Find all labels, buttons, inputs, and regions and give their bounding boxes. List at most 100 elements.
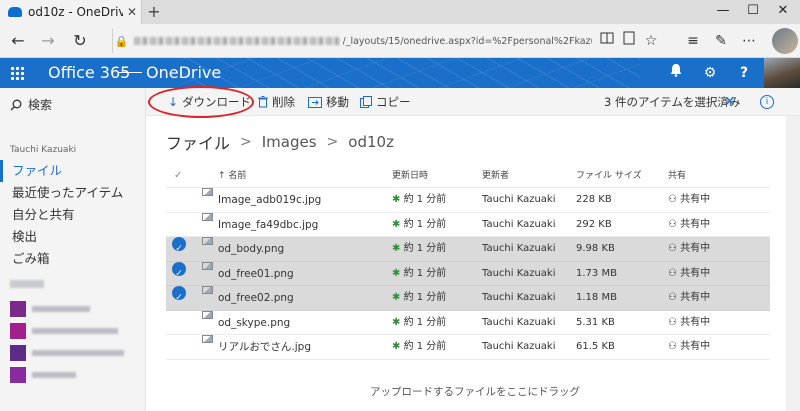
file-name[interactable]: od_free01.png xyxy=(218,262,294,286)
file-name[interactable]: od_body.png xyxy=(218,237,284,261)
file-size: 1.18 MB xyxy=(576,292,617,303)
image-file-icon xyxy=(202,335,213,343)
user-avatar[interactable] xyxy=(764,58,800,88)
column-modified[interactable]: 更新日時 xyxy=(392,164,428,188)
file-size: 9.98 KB xyxy=(576,243,615,254)
file-row[interactable]: Image_fa49dbc.jpg ✱ 約 1 分前 Tauchi Kazuaki 2… xyxy=(166,212,770,237)
move-label: 移動 xyxy=(326,95,349,109)
tab-close-icon[interactable]: ✕ xyxy=(123,5,141,19)
command-bar: ↓ ダウンロード 削除 移動 コピー 3 件のアイテムを選択済み ✕ i xyxy=(146,88,800,116)
column-sharing[interactable]: 共有 xyxy=(668,164,686,188)
gear-icon[interactable]: ⚙ xyxy=(694,58,726,88)
column-size[interactable]: ファイル サイズ xyxy=(576,164,642,188)
file-sharing[interactable]: ⚇ 共有中 xyxy=(668,213,710,237)
file-sharing[interactable]: ⚇ 共有中 xyxy=(668,237,710,261)
download-icon: ↓ xyxy=(168,95,179,109)
site-link[interactable] xyxy=(10,300,130,318)
image-file-icon xyxy=(202,310,213,319)
site-link[interactable] xyxy=(10,366,130,384)
move-button[interactable]: 移動 xyxy=(308,88,349,116)
breadcrumb-root[interactable]: ファイル xyxy=(166,130,230,154)
file-row[interactable]: Image_adb019c.jpg ✱ 約 1 分前 Tauchi Kazuaki 2… xyxy=(166,188,770,213)
file-name[interactable]: リアルおでさん.jpg xyxy=(218,335,311,359)
redacted-host xyxy=(133,37,339,45)
file-row[interactable]: od_skype.png ✱ 約 1 分前 Tauchi Kazuaki 5.31 K… xyxy=(166,310,770,335)
web-note-icon[interactable]: ✎ xyxy=(710,30,732,52)
file-row[interactable]: ✓ od_free01.png ✱ 約 1 分前 Tauchi Kazuaki 1.73… xyxy=(166,261,770,286)
file-size: 5.31 KB xyxy=(576,316,615,328)
nav-item-files[interactable]: ファイル xyxy=(0,160,145,182)
maximize-button[interactable]: ☐ xyxy=(738,0,768,24)
breadcrumb-separator: > xyxy=(326,134,339,150)
book-icon[interactable] xyxy=(618,30,640,52)
download-label: ダウンロード xyxy=(182,95,252,109)
file-row[interactable]: ✓ od_free02.png ✱ 約 1 分前 Tauchi Kazuaki 1.18… xyxy=(166,286,770,311)
site-link[interactable] xyxy=(10,322,130,340)
bell-icon[interactable] xyxy=(660,58,692,88)
file-sharing[interactable]: ⚇ 共有中 xyxy=(668,188,710,212)
shared-people-icon: ⚇ xyxy=(668,243,677,254)
selected-check-icon[interactable]: ✓ xyxy=(172,237,186,254)
image-file-icon xyxy=(202,188,213,196)
clear-selection-icon[interactable]: ✕ xyxy=(724,88,736,116)
nav-item-recycle-bin[interactable]: ごみ箱 xyxy=(0,248,145,270)
nav-item-shared[interactable]: 自分と共有 xyxy=(0,204,145,226)
favorite-star-icon[interactable]: ☆ xyxy=(640,30,662,52)
help-button[interactable]: ? xyxy=(728,58,760,88)
file-sharing[interactable]: ⚇ 共有中 xyxy=(668,262,710,286)
file-name[interactable]: od_skype.png xyxy=(218,311,290,335)
search-box[interactable]: 検索 xyxy=(10,96,52,113)
file-sharing[interactable]: ⚇ 共有中 xyxy=(668,335,710,359)
shared-people-icon: ⚇ xyxy=(668,267,677,279)
select-all-check-icon[interactable]: ✓ xyxy=(174,164,182,188)
forward-icon[interactable]: → xyxy=(36,30,60,52)
selected-check-icon[interactable]: ✓ xyxy=(172,286,186,303)
new-tab-button[interactable]: + xyxy=(144,2,164,22)
file-name[interactable]: Image_fa49dbc.jpg xyxy=(218,213,318,237)
scrollbar[interactable] xyxy=(786,116,800,411)
copy-icon xyxy=(360,96,372,108)
copy-button[interactable]: コピー xyxy=(360,88,411,116)
address-bar[interactable]: 🔒 /_layouts/15/onedrive.aspx?id=%2Fperso… xyxy=(112,29,592,53)
file-size: 61.5 KB xyxy=(576,341,615,352)
info-icon[interactable]: i xyxy=(760,95,774,109)
app-launcher-icon[interactable] xyxy=(0,58,34,88)
tab-title: od10z - OneDrive xyxy=(28,5,123,19)
file-modified-by: Tauchi Kazuaki xyxy=(482,267,556,279)
breadcrumb-images[interactable]: Images xyxy=(262,133,317,151)
new-star-icon: ✱ xyxy=(392,218,401,230)
file-row[interactable]: ✓ od_body.png ✱ 約 1 分前 Tauchi Kazuaki 9.98 K… xyxy=(166,237,770,262)
move-folder-icon xyxy=(308,96,322,108)
lock-icon: 🔒 xyxy=(114,34,129,48)
column-name[interactable]: ↑ 名前 xyxy=(218,164,246,188)
file-name[interactable]: od_free02.png xyxy=(218,286,294,310)
file-sharing[interactable]: ⚇ 共有中 xyxy=(668,286,710,310)
selected-check-icon[interactable]: ✓ xyxy=(172,261,186,279)
site-link[interactable] xyxy=(10,344,130,362)
delete-button[interactable]: 削除 xyxy=(258,88,295,116)
new-star-icon: ✱ xyxy=(392,292,401,303)
file-modified: ✱ 約 1 分前 xyxy=(392,292,447,303)
hub-icon[interactable]: ≡ xyxy=(682,30,704,52)
office365-brand[interactable]: Office 365 xyxy=(48,58,130,88)
file-row[interactable]: リアルおでさん.jpg ✱ 約 1 分前 Tauchi Kazuaki 61.5 KB… xyxy=(166,335,770,360)
download-button[interactable]: ↓ ダウンロード xyxy=(168,88,251,116)
file-sharing[interactable]: ⚇ 共有中 xyxy=(668,311,710,335)
refresh-icon[interactable]: ↻ xyxy=(68,30,92,52)
owner-name: Tauchi Kazuaki xyxy=(10,145,77,155)
browser-tab[interactable]: od10z - OneDrive ✕ xyxy=(0,0,142,24)
reading-view-icon[interactable] xyxy=(596,30,618,52)
more-icon[interactable]: ⋯ xyxy=(738,30,760,52)
onedrive-app-name[interactable]: OneDrive xyxy=(146,58,221,88)
nav-item-recent[interactable]: 最近使ったアイテム xyxy=(0,182,145,204)
image-file-icon xyxy=(202,261,213,270)
drop-zone-hint: アップロードするファイルをここにドラッグ xyxy=(370,386,580,398)
browser-profile-avatar[interactable] xyxy=(772,28,798,54)
window-close-button[interactable]: ✕ xyxy=(768,0,798,24)
file-name[interactable]: Image_adb019c.jpg xyxy=(218,188,321,212)
back-icon[interactable]: ← xyxy=(6,30,30,52)
nav-item-discover[interactable]: 検出 xyxy=(0,226,145,248)
column-modified-by[interactable]: 更新者 xyxy=(482,164,509,188)
browser-toolbar: ← → ↻ 🔒 /_layouts/15/onedrive.aspx?id=%2… xyxy=(0,24,800,58)
minimize-button[interactable]: — xyxy=(708,0,738,24)
